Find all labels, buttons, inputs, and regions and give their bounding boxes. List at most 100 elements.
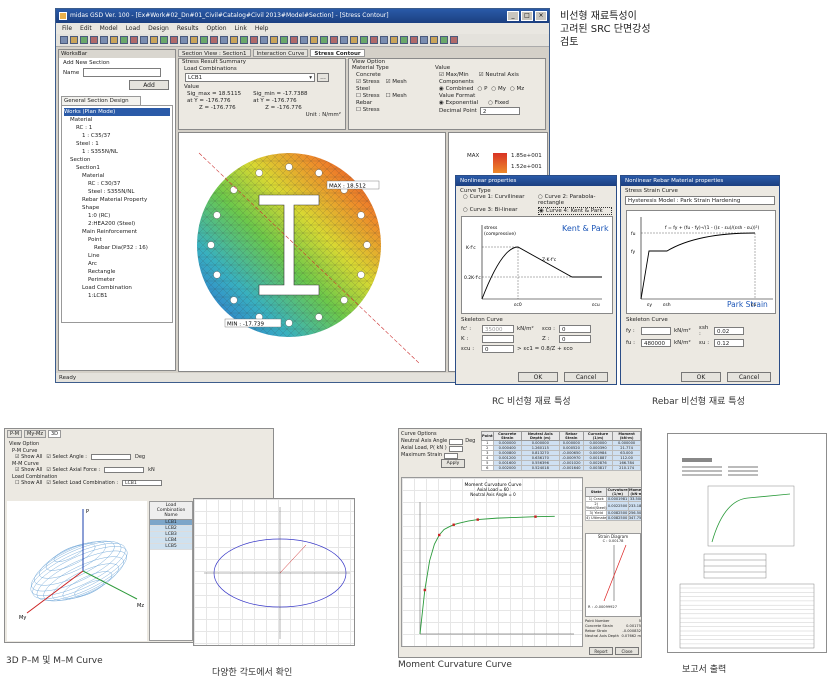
menu-file[interactable]: File — [62, 23, 72, 34]
fu-input[interactable]: 480000 — [641, 339, 671, 347]
my-radio[interactable]: ○ My — [491, 86, 506, 93]
fy-input[interactable] — [641, 327, 671, 335]
toolbar-icon[interactable] — [370, 36, 378, 44]
toolbar-icon[interactable] — [320, 36, 328, 44]
concrete-cancel-button[interactable]: Cancel — [564, 372, 608, 382]
combined-radio[interactable]: ◉ Combined — [439, 86, 474, 93]
steel-stress-checkbox[interactable]: ☐ Stress — [356, 93, 380, 100]
toolbar-icon[interactable] — [70, 36, 78, 44]
curve1-radio[interactable]: ○ Curve 1: Curvilinear — [463, 194, 537, 206]
toolbar-icon[interactable] — [390, 36, 398, 44]
table-row[interactable]: 3) Yield0.0082500256.5060 — [584, 510, 641, 516]
toolbar-icon[interactable] — [280, 36, 288, 44]
z-input[interactable]: 0 — [559, 335, 591, 343]
neutral-axis-checkbox[interactable]: ☑ Neutral Axis — [479, 72, 519, 79]
tree-item[interactable]: Shape — [64, 204, 170, 212]
menu-link[interactable]: Link — [235, 23, 247, 34]
toolbar-icon[interactable] — [430, 36, 438, 44]
rebar-cancel-button[interactable]: Cancel — [727, 372, 771, 382]
doc-tab[interactable]: Interaction Curve — [252, 49, 309, 57]
tree-item[interactable]: Rectangle — [64, 268, 170, 276]
toolbar-icon[interactable] — [190, 36, 198, 44]
pm-tab[interactable]: 3D — [47, 430, 61, 438]
rebar-ok-button[interactable]: OK — [681, 372, 721, 382]
mz-radio[interactable]: ○ Mz — [510, 86, 524, 93]
eu-input[interactable]: 0.12 — [714, 339, 744, 347]
rebar-stress-checkbox[interactable]: ☐ Stress — [356, 107, 380, 113]
toolbar-icon[interactable] — [440, 36, 448, 44]
toolbar-icon[interactable] — [60, 36, 68, 44]
minimize-button[interactable]: _ — [507, 11, 519, 21]
toolbar-icon[interactable] — [330, 36, 338, 44]
tree-item[interactable]: Steel : 1 — [64, 140, 170, 148]
toolbar-icon[interactable] — [240, 36, 248, 44]
mm-show-all[interactable]: ☑ Show All — [15, 467, 42, 474]
lc-select[interactable]: ☑ Select Load Combination : — [46, 480, 118, 487]
toolbar-icon[interactable] — [100, 36, 108, 44]
pm-tab[interactable]: My-Mz — [24, 430, 46, 438]
concrete-mesh-checkbox[interactable]: ☑ Mesh — [386, 79, 407, 86]
tree-item[interactable]: Rebar Material Property — [64, 196, 170, 204]
table-row[interactable]: 2) Yield(Steel)0.0022500233.1805 — [584, 501, 641, 511]
toolbar-icon[interactable] — [130, 36, 138, 44]
toolbar-icon[interactable] — [360, 36, 368, 44]
toolbar-icon[interactable] — [450, 36, 458, 44]
table-row[interactable]: 4) Ultimate0.0082500347.7550 — [584, 515, 641, 521]
tab-general-section-design[interactable]: General Section Design — [61, 96, 141, 105]
concrete-stress-checkbox[interactable]: ☑ Stress — [356, 79, 380, 86]
toolbar-icon[interactable] — [290, 36, 298, 44]
toolbar-icon[interactable] — [180, 36, 188, 44]
table-row[interactable]: 6 0.002000 0.524018 -0.001640 0.003817 210.17… — [481, 465, 641, 471]
curve3-radio[interactable]: ○ Curve 3: Bi-linear — [463, 207, 537, 215]
curve2-radio[interactable]: ○ Curve 2: Parabola-rectangle — [538, 194, 612, 206]
curve4-radio[interactable]: ◉ Curve 4: Kent & Park — [538, 207, 612, 215]
table-row[interactable]: 1) Crack0.000198133.5082 — [584, 496, 641, 502]
tree-item[interactable]: RC : 1 — [64, 124, 170, 132]
tree-item[interactable]: 1 : S355N/NL — [64, 148, 170, 156]
maximize-button[interactable]: □ — [521, 11, 533, 21]
toolbar-icon[interactable] — [340, 36, 348, 44]
menu-edit[interactable]: Edit — [80, 23, 92, 34]
toolbar-icon[interactable] — [120, 36, 128, 44]
toolbar-icon[interactable] — [80, 36, 88, 44]
pm-show-all[interactable]: ☑ Show All — [15, 454, 42, 461]
max-strain-input[interactable] — [444, 452, 459, 459]
toolbar-icon[interactable] — [300, 36, 308, 44]
toolbar-icon[interactable] — [160, 36, 168, 44]
lcb-list-item[interactable]: LCB5 — [150, 544, 192, 550]
3d-pm-view[interactable]: P My Mz — [7, 501, 147, 641]
menu-help[interactable]: Help — [255, 23, 269, 34]
tree-item[interactable]: RC : C30/37 — [64, 180, 170, 188]
doc-tab[interactable]: Section View : Section1 — [178, 49, 251, 57]
toolbar-icon[interactable] — [260, 36, 268, 44]
lcb-select[interactable]: LCB1 — [122, 480, 163, 487]
tree-item[interactable]: 1 : C35/37 — [64, 132, 170, 140]
toolbar-icon[interactable] — [170, 36, 178, 44]
tree-item[interactable]: 2:HEA200 (Steel) — [64, 220, 170, 228]
angle-select[interactable] — [90, 454, 131, 461]
fc-input[interactable]: 35000 — [482, 325, 514, 333]
k-input[interactable] — [482, 335, 514, 343]
toolbar-icon[interactable] — [110, 36, 118, 44]
maxmin-checkbox[interactable]: ☑ Max/Min — [439, 72, 469, 79]
toolbar-icon[interactable] — [310, 36, 318, 44]
tree-item[interactable]: Material — [64, 116, 170, 124]
axial-load-input[interactable] — [448, 445, 463, 452]
tree-item[interactable]: Main Reinforcement — [64, 228, 170, 236]
fixed-radio[interactable]: ○ Fixed — [488, 100, 509, 107]
tree-item[interactable]: Material — [64, 172, 170, 180]
tree-item[interactable]: Point — [64, 236, 170, 244]
tree-item[interactable]: Section1 — [64, 164, 170, 172]
toolbar-icon[interactable] — [250, 36, 258, 44]
tree-item[interactable]: Rebar Dia(P32 : 16) — [64, 244, 170, 252]
tree-item[interactable]: Load Combination — [64, 284, 170, 292]
doc-tab[interactable]: Stress Contour — [310, 49, 365, 57]
exponential-radio[interactable]: ◉ Exponential — [439, 100, 478, 107]
ecu-input[interactable]: 0 — [482, 345, 514, 353]
mm-select-axial[interactable]: ☑ Select Axial Force : — [46, 467, 100, 474]
decimal-point-input[interactable]: 2 — [479, 107, 520, 115]
close-button[interactable]: × — [535, 11, 547, 21]
toolbar-icon[interactable] — [90, 36, 98, 44]
eco-input[interactable]: 0 — [559, 325, 591, 333]
toolbar-icon[interactable] — [140, 36, 148, 44]
